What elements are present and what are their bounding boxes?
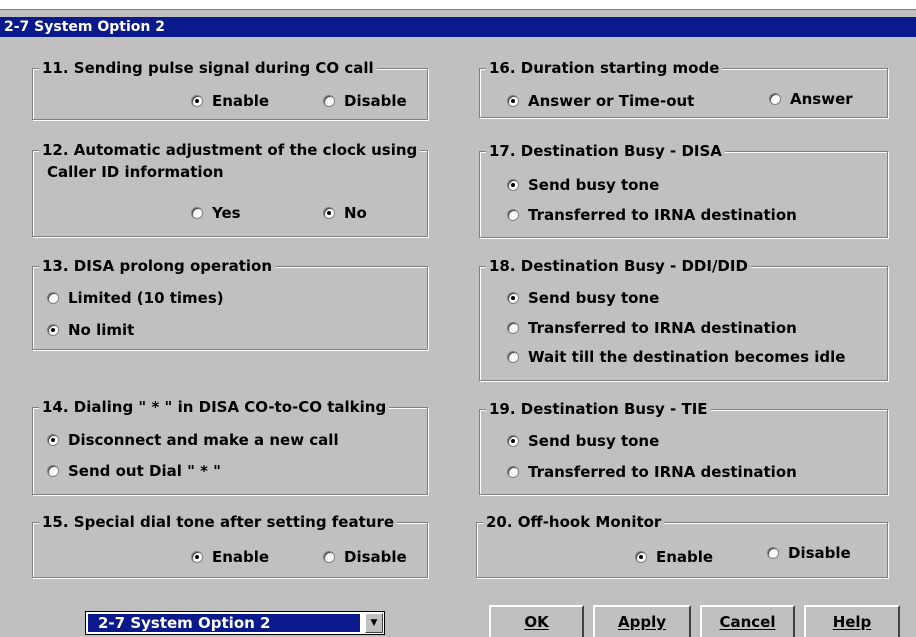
group-title: 16. Duration starting mode [486,58,723,78]
group-title: 19. Destination Busy - TIE [486,399,711,419]
group-18-busy-ddi-did: 18. Destination Busy - DDI/DID Send busy… [479,256,888,381]
group-13-disa-prolong: 13. DISA prolong operation Limited (10 t… [32,256,428,350]
group-title: 13. DISA prolong operation [39,256,276,276]
radio-option-g20-1[interactable]: Disable [767,543,851,563]
radio-selected-icon[interactable] [323,207,335,219]
group-17-busy-disa: 17. Destination Busy - DISA Send busy to… [479,141,888,238]
apply-button[interactable]: Apply [593,605,691,637]
radio-option-g16-0[interactable]: Answer or Time-out [507,91,694,111]
radio-option-g13-1[interactable]: No limit [47,320,134,340]
radio-icon[interactable] [191,207,203,219]
help-button[interactable]: Help [804,605,900,637]
radio-icon[interactable] [507,466,519,478]
radio-option-g11-1[interactable]: Disable [323,91,407,111]
radio-icon[interactable] [507,351,519,363]
radio-option-g18-1[interactable]: Transferred to IRNA destination [507,318,797,338]
radio-option-g19-1[interactable]: Transferred to IRNA destination [507,462,797,482]
page-select-dropdown[interactable]: 2-7 System Option 2 ▼ [85,611,385,635]
group-12-clock-adjust: 12. Automatic adjustment of the clock us… [32,140,428,237]
window-title: 2-7 System Option 2 [0,17,916,37]
group-14-dialing-star: 14. Dialing " * " in DISA CO-to-CO talki… [32,397,428,495]
radio-option-g13-0[interactable]: Limited (10 times) [47,288,224,308]
radio-selected-icon[interactable] [191,95,203,107]
radio-option-g14-1[interactable]: Send out Dial " * " [47,461,221,481]
radio-option-g14-0[interactable]: Disconnect and make a new call [47,430,339,450]
top-divider [0,9,916,10]
radio-icon[interactable] [507,322,519,334]
radio-option-g11-0[interactable]: Enable [191,91,269,111]
group-title: 20. Off-hook Monitor [483,512,665,532]
group-15-special-dial-tone: 15. Special dial tone after setting feat… [32,512,428,578]
radio-option-g12-0[interactable]: Yes [191,203,241,223]
group-title: 11. Sending pulse signal during CO call [39,58,377,78]
radio-selected-icon[interactable] [47,324,59,336]
radio-option-g16-1[interactable]: Answer [769,89,853,109]
radio-option-g15-0[interactable]: Enable [191,547,269,567]
radio-selected-icon[interactable] [507,179,519,191]
radio-selected-icon[interactable] [191,551,203,563]
radio-icon[interactable] [47,465,59,477]
radio-icon[interactable] [767,547,779,559]
radio-option-g17-0[interactable]: Send busy tone [507,175,659,195]
radio-option-g18-0[interactable]: Send busy tone [507,288,659,308]
radio-icon[interactable] [323,551,335,563]
group-title: 17. Destination Busy - DISA [486,141,725,161]
radio-selected-icon[interactable] [507,292,519,304]
group-title: 14. Dialing " * " in DISA CO-to-CO talki… [39,397,390,417]
group-title: 12. Automatic adjustment of the clock us… [39,140,421,160]
radio-option-g17-1[interactable]: Transferred to IRNA destination [507,205,797,225]
radio-selected-icon[interactable] [47,434,59,446]
radio-icon[interactable] [323,95,335,107]
radio-selected-icon[interactable] [507,435,519,447]
cancel-button[interactable]: Cancel [700,605,795,637]
radio-icon[interactable] [507,209,519,221]
radio-option-g12-1[interactable]: No [323,203,367,223]
group-11-pulse-signal: 11. Sending pulse signal during CO call … [32,58,428,120]
radio-selected-icon[interactable] [635,551,647,563]
group-16-duration-mode: 16. Duration starting mode Answer or Tim… [479,58,888,118]
radio-option-g15-1[interactable]: Disable [323,547,407,567]
radio-icon[interactable] [769,93,781,105]
group-title: 18. Destination Busy - DDI/DID [486,256,751,276]
group-20-off-hook-monitor: 20. Off-hook Monitor Enable Disable [476,512,888,578]
group-title: 15. Special dial tone after setting feat… [39,512,398,532]
radio-option-g18-2[interactable]: Wait till the destination becomes idle [507,347,845,367]
page-select-value: 2-7 System Option 2 [88,614,360,632]
radio-selected-icon[interactable] [507,95,519,107]
chevron-down-icon[interactable]: ▼ [365,613,383,633]
radio-icon[interactable] [47,292,59,304]
radio-option-g19-0[interactable]: Send busy tone [507,431,659,451]
group-subtitle: Caller ID information [47,163,224,181]
group-19-busy-tie: 19. Destination Busy - TIE Send busy ton… [479,399,888,495]
ok-button[interactable]: OK [489,605,584,637]
radio-option-g20-0[interactable]: Enable [635,547,713,567]
